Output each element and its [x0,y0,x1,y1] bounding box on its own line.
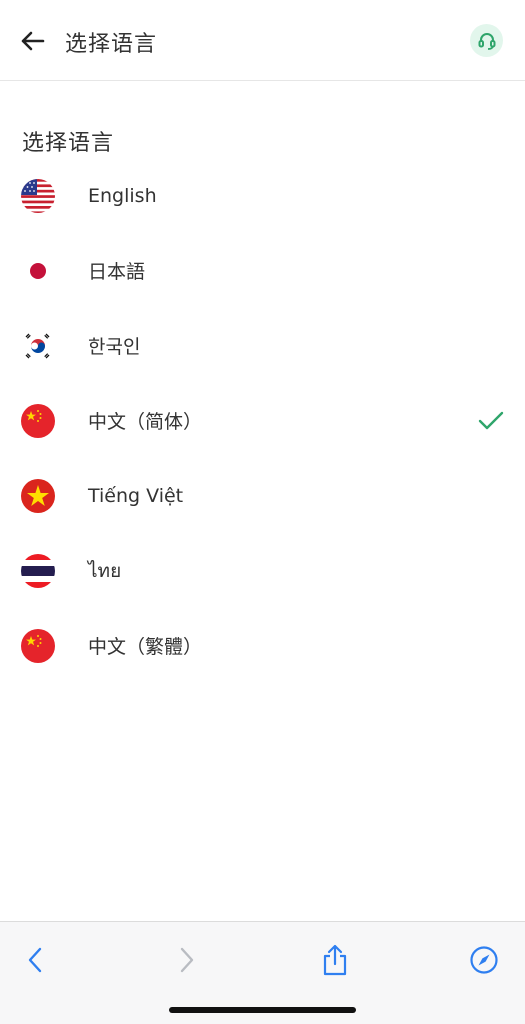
us-flag-icon [20,178,56,214]
language-label: 中文（简体） [88,411,203,433]
section-title: 选择语言 [22,131,115,156]
back-button[interactable] [14,24,50,58]
page-title: 选择语言 [65,32,158,57]
language-item-chinese-traditional[interactable]: 中文（繁體） [0,608,525,683]
arrow-left-icon [21,31,45,51]
china-flag-icon [20,403,56,439]
language-select-screen: 选择语言 选择语言 English 日本語 한국인 中文（简体） Tiếng V… [0,0,525,1024]
language-label: ไทย [88,559,122,582]
top-bar: 选择语言 [0,0,525,81]
chevron-right-icon [180,947,194,973]
safari-button[interactable] [464,940,504,980]
language-label: 한국인 [88,336,141,358]
thailand-flag-icon [20,553,56,589]
language-item-korean[interactable]: 한국인 [0,308,525,383]
language-item-english[interactable]: English [0,158,525,233]
language-label: Tiếng Việt [88,484,184,507]
language-list: English 日本語 한국인 中文（简体） Tiếng Việt ไทย 中文… [0,158,525,683]
browser-forward-button[interactable] [167,940,207,980]
language-item-thai[interactable]: ไทย [0,533,525,608]
language-item-vietnamese[interactable]: Tiếng Việt [0,458,525,533]
support-button[interactable] [470,24,503,57]
compass-icon [470,946,498,974]
browser-toolbar [0,921,525,1024]
korea-flag-icon [20,328,56,364]
home-indicator [169,1007,356,1013]
share-icon [323,944,347,976]
language-label: 中文（繁體） [88,636,203,658]
headset-icon [478,32,495,50]
china-flag-icon [20,628,56,664]
language-label: 日本語 [88,261,146,283]
share-button[interactable] [315,940,355,980]
chevron-left-icon [28,947,42,973]
vietnam-flag-icon [20,478,56,514]
browser-back-button[interactable] [15,940,55,980]
language-item-japanese[interactable]: 日本語 [0,233,525,308]
checkmark-icon [478,410,504,432]
japan-flag-icon [20,253,56,289]
language-item-chinese-simplified[interactable]: 中文（简体） [0,383,525,458]
language-label: English [88,184,157,207]
